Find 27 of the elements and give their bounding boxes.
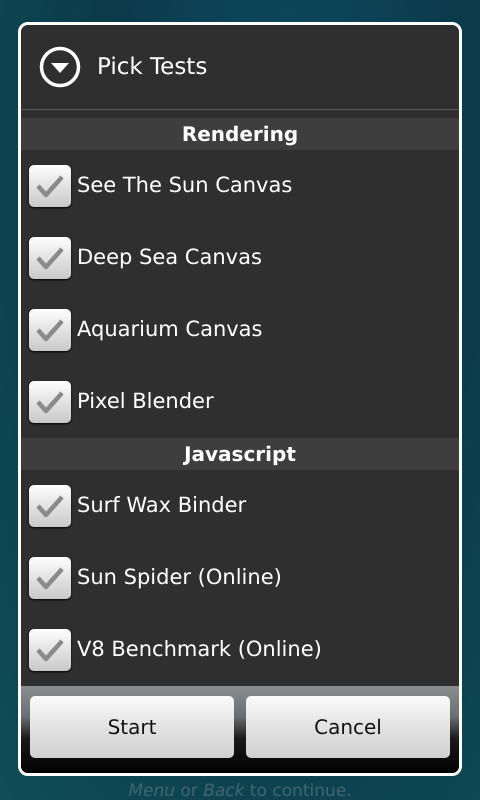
option-label: Pixel Blender [77,388,214,416]
checkbox[interactable] [29,485,71,527]
checkbox[interactable] [29,309,71,351]
checkbox[interactable] [29,557,71,599]
option-label: Sun Spider (Online) [77,564,282,592]
section-header: Rendering [21,118,459,150]
checkmark-icon [35,317,65,343]
option-label: V8 Benchmark (Online) [77,636,322,664]
checkmark-icon [35,245,65,271]
option-label: See The Sun Canvas [77,172,292,200]
dialog-title: Pick Tests [97,52,208,82]
cancel-button[interactable]: Cancel [246,696,450,758]
checkmark-icon [35,389,65,415]
checkmark-icon [35,493,65,519]
dropdown-icon [39,46,81,88]
option-label: Deep Sea Canvas [77,244,262,272]
checkbox[interactable] [29,165,71,207]
checkmark-icon [35,637,65,663]
section-header: Javascript [21,438,459,470]
checkbox[interactable] [29,237,71,279]
checkbox[interactable] [29,381,71,423]
start-button[interactable]: Start [30,696,234,758]
option-label: Aquarium Canvas [77,316,262,344]
option-label: Surf Wax Binder [77,492,246,520]
checkmark-icon [35,173,65,199]
checkmark-icon [35,565,65,591]
checkbox[interactable] [29,629,71,671]
